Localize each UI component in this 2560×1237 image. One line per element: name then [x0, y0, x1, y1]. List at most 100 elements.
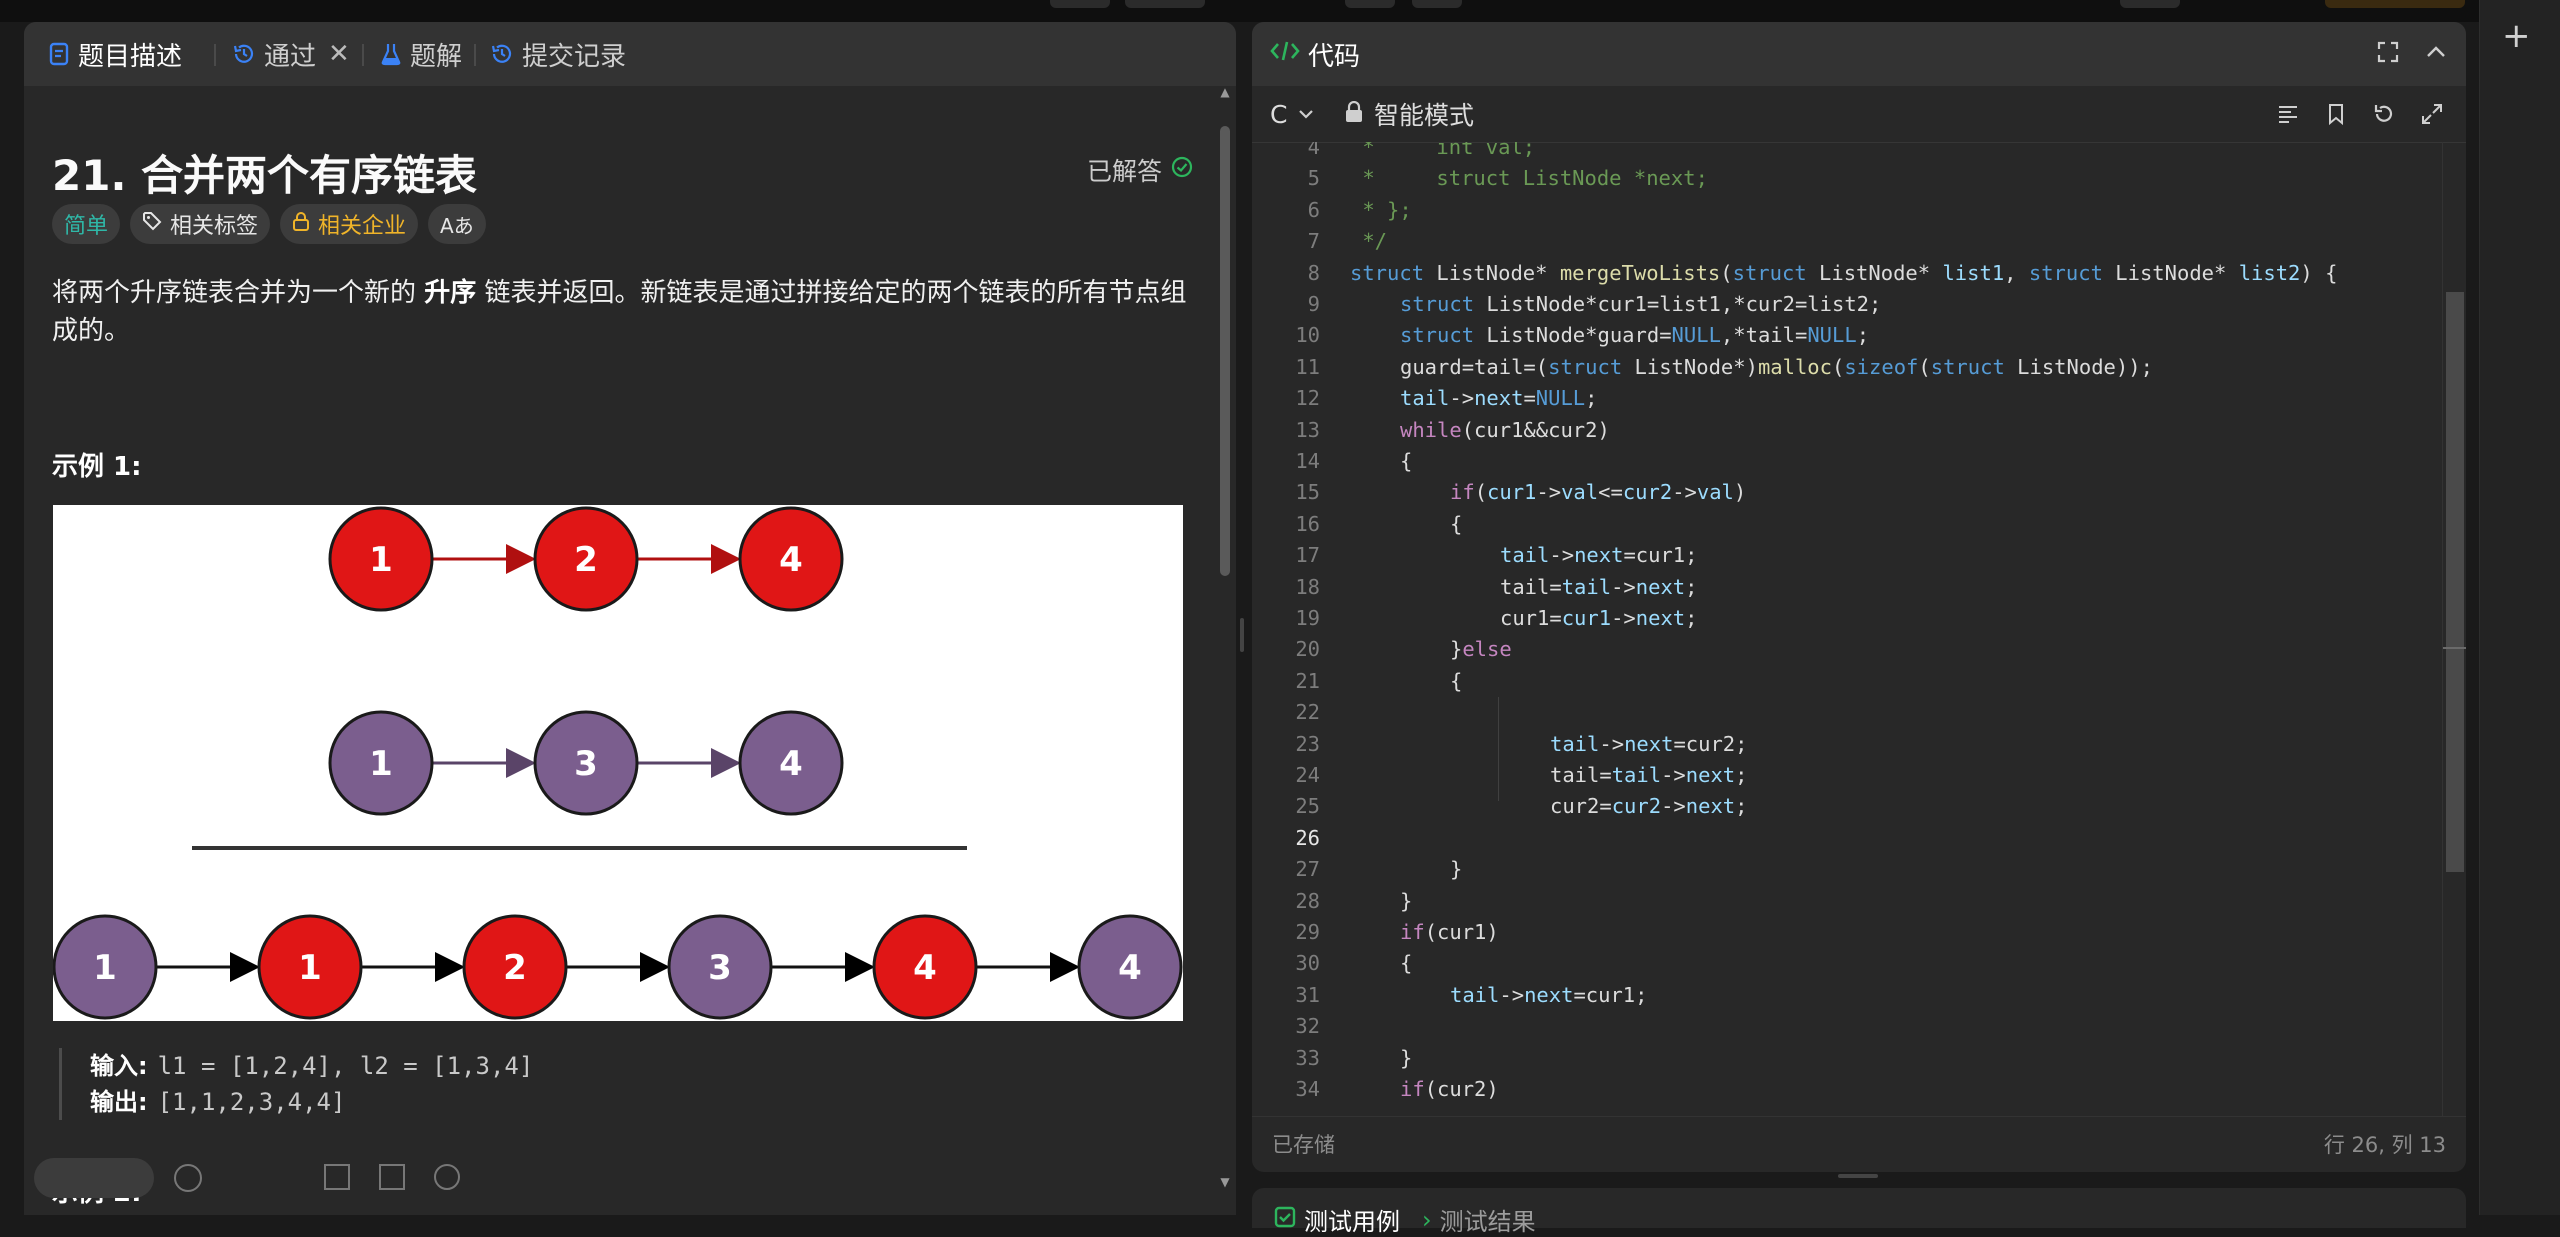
star-icon[interactable]	[324, 1164, 350, 1190]
plus-icon[interactable]: +	[2502, 16, 2531, 56]
code-line[interactable]: 31 tail->next=cur1;	[1252, 980, 2444, 1011]
code-text: cur2=cur2->next;	[1550, 794, 1748, 819]
top-bar-button[interactable]	[1125, 0, 1205, 8]
code-line[interactable]: 8 struct ListNode* mergeTwoLists(struct L…	[1252, 258, 2444, 289]
code-line[interactable]: 21 {	[1252, 666, 2444, 697]
top-bar-button[interactable]	[1345, 0, 1395, 8]
tab-testcases[interactable]: 测试用例	[1274, 1202, 1400, 1237]
code-line[interactable]: 28}	[1252, 886, 2444, 917]
code-text: }	[1450, 857, 1463, 882]
top-bar-button[interactable]	[2120, 0, 2180, 8]
input-label: 输入:	[90, 1052, 148, 1080]
line-number: 26	[1295, 825, 1320, 850]
problem-tags: 简单 相关标签 相关企业 Aあ	[52, 204, 486, 244]
line-number: 28	[1295, 888, 1320, 913]
list-node: 1	[53, 914, 158, 1020]
code-line[interactable]: 9 struct ListNode*cur1=list1,*cur2=list2;	[1252, 289, 2444, 320]
document-icon	[48, 42, 70, 66]
code-text: * };	[1350, 197, 1412, 222]
scroll-up-icon[interactable]: ▲	[1218, 86, 1232, 98]
code-line[interactable]: 25 cur2=cur2->next;	[1252, 791, 2444, 822]
line-number: 24	[1295, 763, 1320, 787]
tab-solutions[interactable]: 题解	[380, 22, 462, 86]
code-line[interactable]: 23 tail->next=cur2;	[1252, 729, 2444, 760]
code-text: {	[1450, 511, 1463, 536]
code-line[interactable]: 14 {	[1252, 446, 2444, 477]
code-line[interactable]: 34 if(cur2)	[1252, 1074, 2444, 1105]
code-line[interactable]: 29 if(cur1)	[1252, 917, 2444, 948]
code-text: * struct ListNode *next;	[1350, 166, 1708, 191]
code-line[interactable]: 30 {	[1252, 948, 2444, 979]
code-line[interactable]: 26	[1252, 823, 2444, 854]
close-icon[interactable]: ✕	[328, 39, 350, 69]
top-bar-button[interactable]	[2325, 0, 2465, 8]
bookmark-icon[interactable]	[2324, 102, 2348, 130]
code-text: if(cur1->val<=cur2->val)	[1450, 480, 1747, 505]
code-line[interactable]: 15 if(cur1->val<=cur2->val)	[1252, 477, 2444, 508]
tab-accepted[interactable]: 通过 ✕	[232, 22, 350, 86]
problem-title[interactable]: 21. 合并两个有序链表	[52, 142, 477, 203]
comment-icon[interactable]	[174, 1164, 202, 1192]
code-line[interactable]: 6 * };	[1252, 195, 2444, 226]
format-icon[interactable]	[2276, 102, 2300, 130]
top-bar-button[interactable]	[1050, 0, 1110, 8]
like-button[interactable]	[34, 1158, 154, 1198]
code-tab[interactable]: 代码	[1270, 22, 1360, 86]
share-icon[interactable]	[379, 1164, 405, 1190]
companies-tag-button[interactable]: 相关企业	[280, 204, 419, 244]
testcase-panel: 测试用例 › 测试结果	[1252, 1188, 2466, 1236]
line-number: 27	[1295, 857, 1320, 882]
panel-resize-handle[interactable]	[1838, 1174, 1878, 1178]
code-line[interactable]: 7 */	[1252, 226, 2444, 257]
code-line[interactable]: 12 tail->next=NULL;	[1252, 383, 2444, 414]
translate-button[interactable]: Aあ	[428, 204, 486, 244]
code-line[interactable]: 5 * struct ListNode *next;	[1252, 163, 2444, 194]
editor-scrollbar[interactable]	[2442, 142, 2466, 1116]
scrollbar-thumb[interactable]	[1220, 126, 1230, 576]
code-line[interactable]: 33}	[1252, 1043, 2444, 1074]
help-icon[interactable]	[434, 1164, 460, 1190]
top-bar-button[interactable]	[1412, 0, 1462, 8]
problem-content: 21. 合并两个有序链表 已解答 简单 相关标签 相关企业 Aあ 将两个升序链表…	[24, 86, 1220, 1215]
code-line[interactable]: 10 struct ListNode*guard=NULL,*tail=NULL;	[1252, 320, 2444, 351]
node-value: 1	[369, 540, 393, 580]
smart-mode-toggle[interactable]: 智能模式	[1344, 86, 1474, 142]
code-editor[interactable]: 4 * int val; 5 * struct ListNode *next; 6 …	[1252, 142, 2444, 1116]
topics-tag-button[interactable]: 相关标签	[130, 204, 271, 244]
code-text: tail->next=cur1;	[1450, 982, 1648, 1007]
tag-icon	[142, 211, 162, 237]
code-line[interactable]: 27}	[1252, 854, 2444, 885]
tab-test-results[interactable]: › 测试结果	[1422, 1202, 1536, 1237]
code-line[interactable]: 11 guard=tail=(struct ListNode*)malloc(si…	[1252, 352, 2444, 383]
tab-divider	[214, 44, 216, 66]
line-number: 25	[1295, 794, 1320, 819]
scrollbar-thumb[interactable]	[2446, 292, 2464, 872]
tab-submissions[interactable]: 提交记录	[490, 22, 626, 86]
code-line[interactable]: 16 {	[1252, 509, 2444, 540]
code-line[interactable]: 4 * int val;	[1252, 142, 2444, 163]
code-line[interactable]: 24 tail=tail->next;	[1252, 760, 2444, 791]
history-icon	[490, 42, 514, 66]
code-line[interactable]: 19 cur1=cur1->next;	[1252, 603, 2444, 634]
tab-description[interactable]: 题目描述	[48, 22, 182, 86]
panel-resize-handle[interactable]	[1240, 618, 1244, 652]
code-line[interactable]: 17 tail->next=cur1;	[1252, 540, 2444, 571]
top-bar	[0, 0, 2480, 22]
language-select[interactable]: C	[1270, 86, 1315, 142]
fullscreen-icon[interactable]	[2376, 40, 2400, 68]
chevron-up-icon[interactable]	[2424, 40, 2448, 68]
code-line[interactable]: 20}else	[1252, 634, 2444, 665]
code-line[interactable]: 13 while(cur1&&cur2)	[1252, 415, 2444, 446]
terminal-icon: ›	[1422, 1205, 1432, 1234]
line-number: 21	[1295, 668, 1320, 693]
code-line[interactable]: 22	[1252, 697, 2444, 728]
example-1-title: 示例 1:	[52, 452, 142, 482]
example-figure: 1 2 4 1 3 4 1 1 2 3 4 4	[53, 505, 1183, 1021]
code-text: tail->next=cur2;	[1550, 731, 1748, 756]
list-node: 1	[257, 914, 363, 1020]
reset-icon[interactable]	[2372, 102, 2396, 130]
code-line[interactable]: 18 tail=tail->next;	[1252, 572, 2444, 603]
code-line[interactable]: 32	[1252, 1011, 2444, 1042]
problem-scrollbar[interactable]: ▲ ▼	[1218, 86, 1232, 1215]
expand-icon[interactable]	[2420, 102, 2444, 130]
